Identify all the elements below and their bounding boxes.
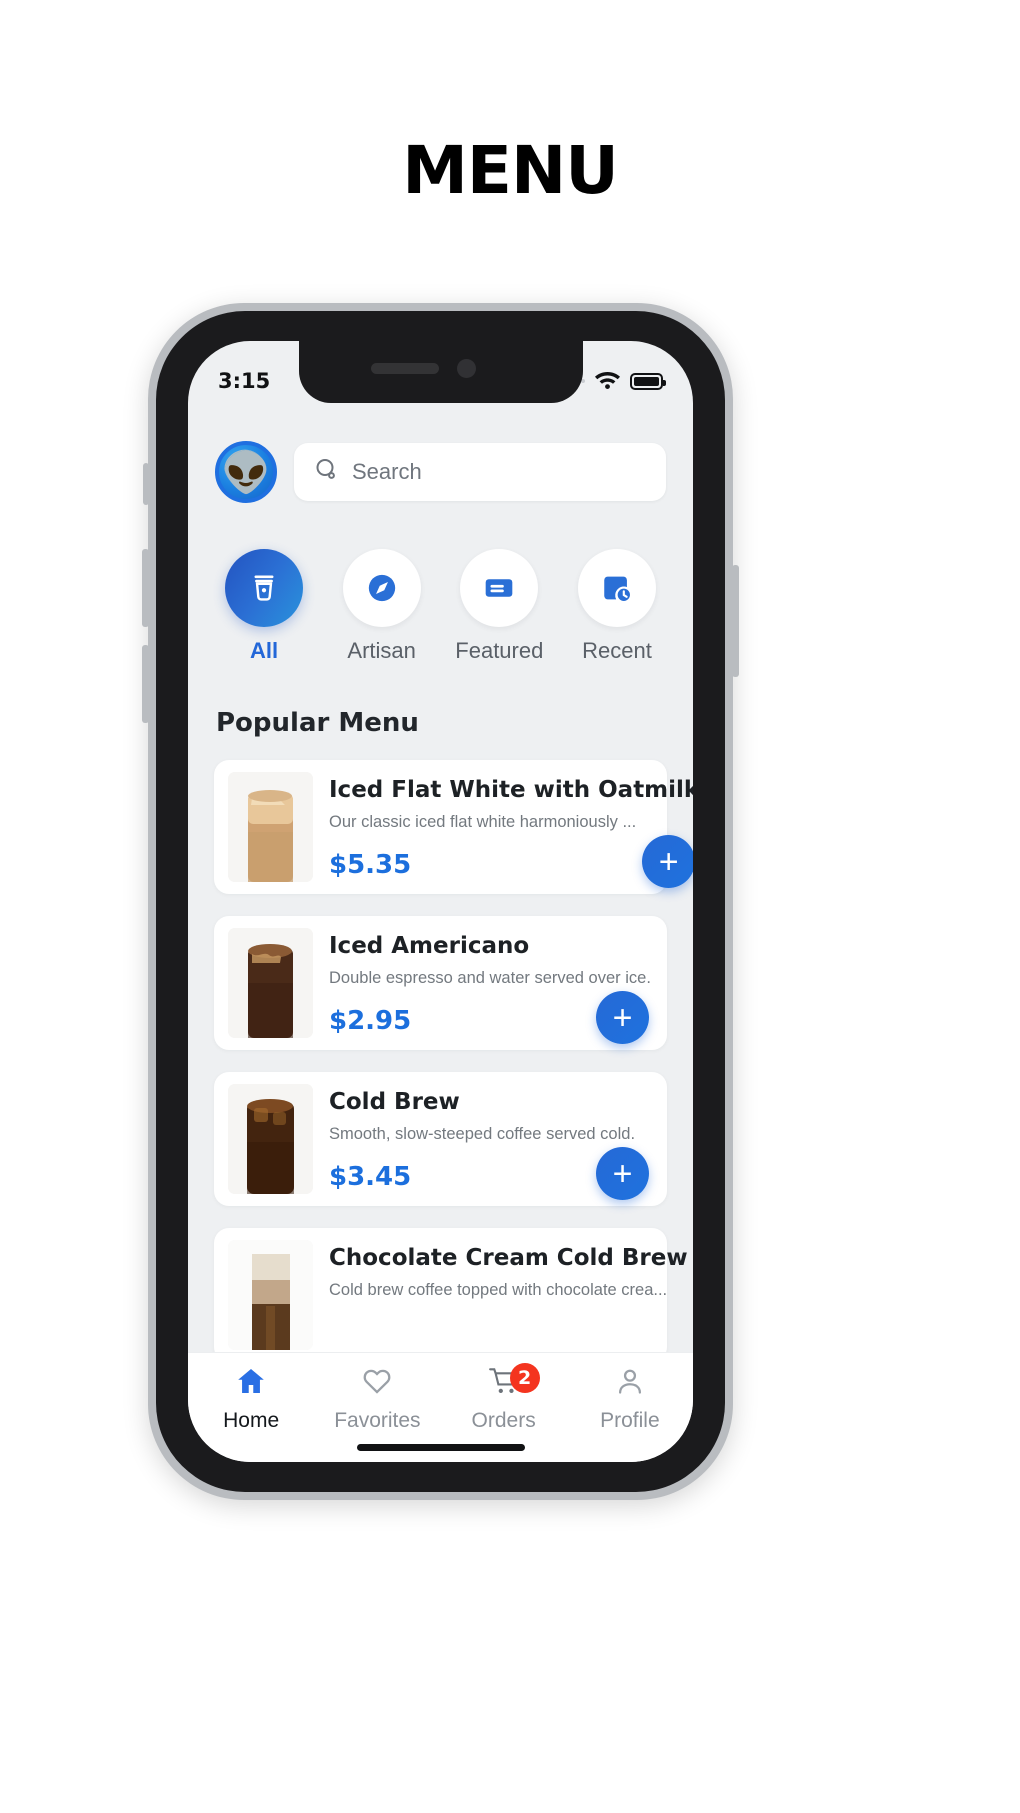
- speaker-grille-icon: [370, 363, 439, 374]
- menu-item-name: Iced Flat White with Oatmilk: [329, 777, 693, 803]
- menu-item-name: Iced Americano: [329, 933, 530, 959]
- add-to-cart-button[interactable]: +: [642, 835, 693, 888]
- menu-item-card[interactable]: Cold Brew Smooth, slow-steeped coffee se…: [214, 1072, 667, 1206]
- category-label: Featured: [455, 638, 544, 663]
- menu-item-name: Cold Brew: [329, 1089, 460, 1115]
- menu-item-info: Iced Flat White with Oatmilk Our classic…: [313, 772, 693, 888]
- menu-item-price: $2.95: [329, 1006, 412, 1036]
- nav-label: Home: [223, 1408, 280, 1432]
- category-item-recent[interactable]: Recent: [569, 549, 665, 664]
- cart-badge: 2: [509, 1363, 540, 1393]
- phone-bezel: 3:15 👽 Search All Artisan Featured Recen…: [156, 311, 725, 1492]
- menu-item-description: Cold brew coffee topped with chocolate c…: [329, 1281, 668, 1299]
- app-content: 👽 Search All Artisan Featured Recent Pop…: [188, 403, 693, 1462]
- menu-item-description: Our classic iced flat white harmoniously…: [329, 813, 637, 831]
- astronaut-avatar[interactable]: 👽: [215, 441, 277, 503]
- coffee-cup-icon: [225, 549, 303, 627]
- avatar-glyph: 👽: [221, 451, 271, 496]
- search-input[interactable]: [352, 459, 646, 485]
- menu-item-description: Smooth, slow-steeped coffee served cold.: [329, 1125, 636, 1143]
- chocolate-cream-cold-brew-photo: [228, 1240, 313, 1350]
- compass-icon: [342, 549, 421, 627]
- menu-item-name: Chocolate Cream Cold Brew: [329, 1245, 688, 1271]
- menu-item-card[interactable]: Iced Americano Double espresso and water…: [214, 916, 667, 1050]
- search-icon: [314, 457, 339, 487]
- nav-label: Profile: [600, 1408, 660, 1432]
- app-header: 👽: [188, 403, 693, 503]
- power-button[interactable]: [732, 565, 739, 677]
- menu-item-info: Iced Americano Double espresso and water…: [313, 928, 653, 1044]
- menu-item-card[interactable]: Iced Flat White with Oatmilk Our classic…: [214, 760, 693, 894]
- wifi-icon: [594, 369, 621, 394]
- iced-americano-photo: [228, 928, 313, 1038]
- status-time: 3:15: [218, 369, 271, 393]
- search-bar[interactable]: [294, 443, 666, 501]
- heart-icon: [360, 1365, 394, 1402]
- phone-screen: 3:15 👽 Search All Artisan Featured Recen…: [188, 341, 693, 1462]
- menu-list[interactable]: Iced Flat White with Oatmilk Our classic…: [188, 738, 693, 1352]
- battery-full-icon: [630, 372, 666, 390]
- category-item-featured[interactable]: Featured: [451, 549, 547, 664]
- nav-item-home[interactable]: Home: [188, 1353, 314, 1444]
- card-icon: [460, 549, 539, 627]
- category-label: Artisan: [347, 638, 416, 663]
- nav-label: Orders: [471, 1408, 536, 1432]
- category-label: Recent: [582, 638, 652, 663]
- category-label: All: [249, 638, 279, 663]
- category-item-artisan[interactable]: Artisan: [334, 549, 430, 664]
- menu-item-price: $3.45: [329, 1162, 412, 1192]
- person-icon: [613, 1365, 647, 1402]
- notch: [298, 341, 583, 403]
- menu-item-description: Double espresso and water served over ic…: [329, 969, 651, 987]
- mute-switch[interactable]: [143, 463, 149, 505]
- nav-item-profile[interactable]: Profile: [567, 1353, 693, 1444]
- section-title: Popular Menu: [216, 708, 419, 738]
- add-to-cart-button[interactable]: +: [596, 1147, 649, 1200]
- history-clock-icon: [577, 549, 656, 627]
- category-item-all[interactable]: All: [216, 549, 312, 664]
- home-indicator[interactable]: [356, 1444, 525, 1451]
- nav-label: Favorites: [334, 1408, 421, 1432]
- home-icon: [234, 1365, 268, 1402]
- front-camera-icon: [456, 359, 476, 378]
- menu-item-info: Cold Brew Smooth, slow-steeped coffee se…: [313, 1084, 653, 1200]
- add-to-cart-button[interactable]: +: [596, 991, 649, 1044]
- iced-flat-white-photo: [228, 772, 313, 882]
- category-row: All Artisan Featured Recent: [188, 503, 693, 664]
- menu-item-price: $5.35: [329, 850, 412, 880]
- menu-item-info: Chocolate Cream Cold Brew Cold brew coff…: [313, 1240, 688, 1350]
- cold-brew-photo: [228, 1084, 313, 1194]
- phone-mockup: 3:15 👽 Search All Artisan Featured Recen…: [142, 303, 739, 1500]
- page-title: MENU: [402, 132, 619, 209]
- nav-item-orders[interactable]: 2 Orders: [441, 1353, 567, 1444]
- menu-item-card[interactable]: Chocolate Cream Cold Brew Cold brew coff…: [214, 1228, 688, 1352]
- nav-item-favorites[interactable]: Favorites: [314, 1353, 440, 1444]
- volume-up-button[interactable]: [142, 549, 149, 627]
- volume-down-button[interactable]: [142, 645, 149, 723]
